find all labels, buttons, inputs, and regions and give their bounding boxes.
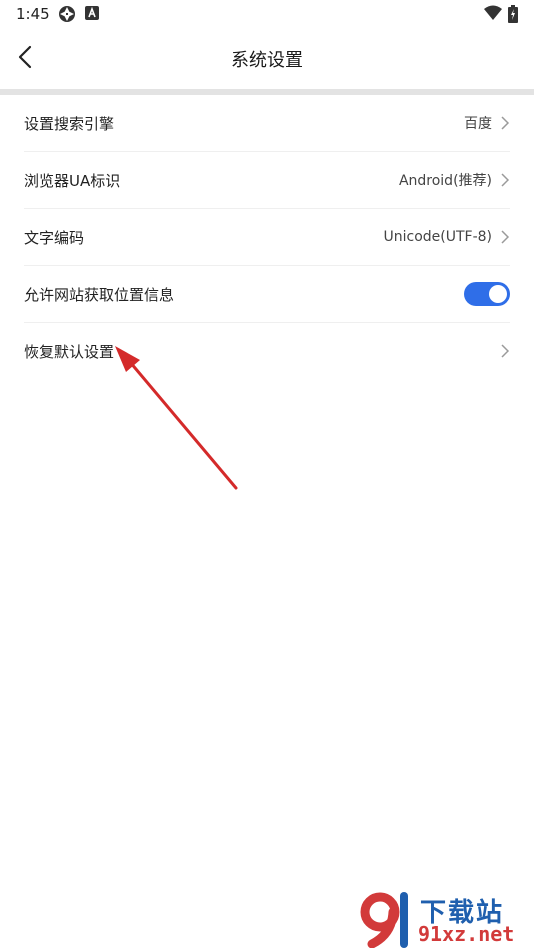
setting-restore-defaults[interactable]: 恢复默认设置 bbox=[24, 323, 510, 379]
status-bar: 1:45 bbox=[0, 0, 534, 28]
setting-label: 浏览器UA标识 bbox=[24, 171, 121, 190]
setting-label: 文字编码 bbox=[24, 228, 85, 247]
setting-label: 允许网站获取位置信息 bbox=[24, 285, 175, 304]
chevron-right-icon bbox=[500, 115, 510, 131]
a-badge-icon bbox=[85, 5, 99, 25]
chevron-right-icon bbox=[500, 229, 510, 245]
watermark-logo-icon bbox=[360, 892, 408, 948]
page-title: 系统设置 bbox=[231, 50, 303, 71]
app-header: 系统设置 bbox=[0, 28, 534, 90]
chevron-right-icon bbox=[500, 343, 510, 359]
setting-search-engine[interactable]: 设置搜索引擎 百度 bbox=[24, 95, 510, 152]
watermark-url: 91xz.net bbox=[418, 922, 515, 946]
setting-value: Android(推荐) bbox=[398, 173, 492, 189]
setting-text-encoding[interactable]: 文字编码 Unicode(UTF-8) bbox=[24, 209, 510, 266]
status-time: 1:45 bbox=[16, 5, 50, 23]
battery-icon bbox=[508, 5, 518, 27]
toggle-knob bbox=[489, 285, 507, 303]
setting-value: Unicode(UTF-8) bbox=[383, 229, 492, 245]
chevron-right-icon bbox=[500, 172, 510, 188]
setting-location-permission: 允许网站获取位置信息 bbox=[24, 266, 510, 323]
setting-label: 恢复默认设置 bbox=[24, 342, 115, 361]
aperture-icon bbox=[58, 5, 76, 27]
setting-value: 百度 bbox=[464, 116, 492, 132]
setting-label: 设置搜索引擎 bbox=[24, 114, 115, 133]
setting-browser-ua[interactable]: 浏览器UA标识 Android(推荐) bbox=[24, 152, 510, 209]
settings-list: 设置搜索引擎 百度 浏览器UA标识 Android(推荐) 文字编码 Unico… bbox=[0, 95, 534, 379]
watermark: 下载站 91xz.net bbox=[358, 892, 528, 948]
wifi-icon bbox=[484, 5, 502, 25]
location-toggle[interactable] bbox=[464, 282, 510, 306]
